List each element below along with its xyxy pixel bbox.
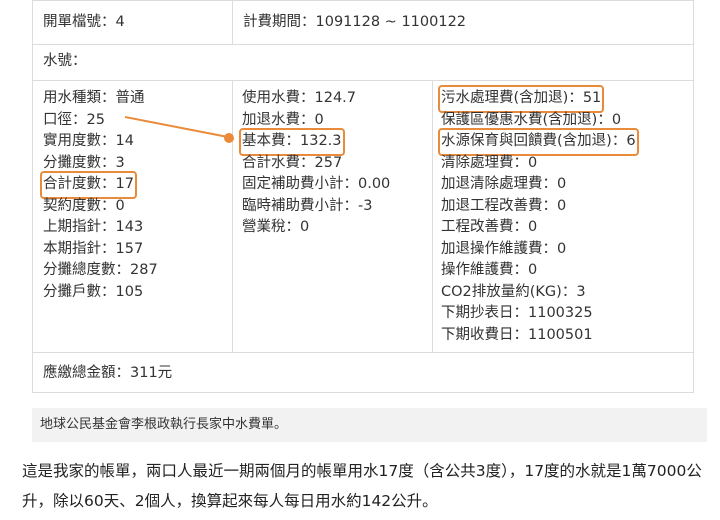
business-tax: 營業稅：0 <box>242 219 310 235</box>
temporary-subsidy: 臨時補助費小計：-3 <box>242 197 373 214</box>
bill-detail-row: 用水種類：普通 口徑：25 實用度數：14 分攤度數：3 合計度數：17 契約度… <box>33 80 693 353</box>
water-number: 水號： <box>33 44 693 81</box>
fixed-subsidy: 固定補助費小計：0.00 <box>242 176 391 192</box>
adjusted-disposal-fee: 加退清除處理費：0 <box>441 176 567 192</box>
shared-households: 分攤戶數：105 <box>43 283 144 300</box>
protection-zone-discount: 保護區優惠水費(含加退)：0 <box>441 111 622 128</box>
maintenance-fee: 操作維護費：0 <box>441 262 538 278</box>
current-reading: 本期指針：157 <box>43 240 144 257</box>
improvement-fee: 工程改善費：0 <box>441 219 538 235</box>
water-type: 用水種類：普通 <box>43 90 145 106</box>
contract-units: 契約度數：0 <box>43 197 125 214</box>
pipe-diameter: 口徑：25 <box>43 111 105 128</box>
next-payment-date: 下期收費日：1100501 <box>441 326 593 343</box>
next-reading-date: 下期抄表日：1100325 <box>441 305 593 321</box>
base-fee-highlight: 基本費：132.3 <box>239 128 345 156</box>
total-water-fee: 合計水費：257 <box>242 154 343 171</box>
usage-column: 用水種類：普通 口徑：25 實用度數：14 分攤度數：3 合計度數：17 契約度… <box>33 80 233 352</box>
sewage-fee-highlight: 污水處理費(含加退)：51 <box>437 85 605 113</box>
bill-header-row: 開單檔號：4 計費期間：1091128 ~ 1100122 <box>33 1 693 45</box>
total-units-highlight: 合計度數：17 <box>40 171 137 199</box>
image-caption: 地球公民基金會李根政執行長家中水費單。 <box>32 408 707 442</box>
adjustment-fee: 加退水費：0 <box>242 111 324 128</box>
usage-fee: 使用水費：124.7 <box>242 90 357 106</box>
total-amount: 應繳總金額：311元 <box>43 365 173 381</box>
actual-units: 實用度數：14 <box>43 133 134 149</box>
shared-total-units: 分攤總度數：287 <box>43 262 158 278</box>
fee-column: 使用水費：124.7 加退水費：0 基本費：132.3 合計水費：257 固定補… <box>233 80 433 352</box>
other-fees-column: 污水處理費(含加退)：51 保護區優惠水費(含加退)：0 水源保育與回饋費(含加… <box>433 80 693 352</box>
body-paragraph: 這是我家的帳單，兩口人最近一期兩個月的帳單用水17度（含公共3度），17度的水就… <box>22 462 702 510</box>
co2-emission: CO2排放量約(KG)：3 <box>441 283 586 300</box>
account-number: 開單檔號：4 <box>33 1 233 44</box>
shared-units: 分攤度數：3 <box>43 154 125 171</box>
water-bill: 開單檔號：4 計費期間：1091128 ~ 1100122 水號： 用水種類：普… <box>32 0 694 393</box>
disposal-fee: 清除處理費：0 <box>441 154 538 171</box>
billing-period: 計費期間：1091128 ~ 1100122 <box>243 14 467 30</box>
adjusted-maintenance-fee: 加退操作維護費：0 <box>441 240 567 257</box>
previous-reading: 上期指針：143 <box>43 219 144 235</box>
adjusted-improvement-fee: 加退工程改善費：0 <box>441 197 567 214</box>
conservation-fee-highlight: 水源保育與回饋費(含加退)：6 <box>438 128 639 156</box>
